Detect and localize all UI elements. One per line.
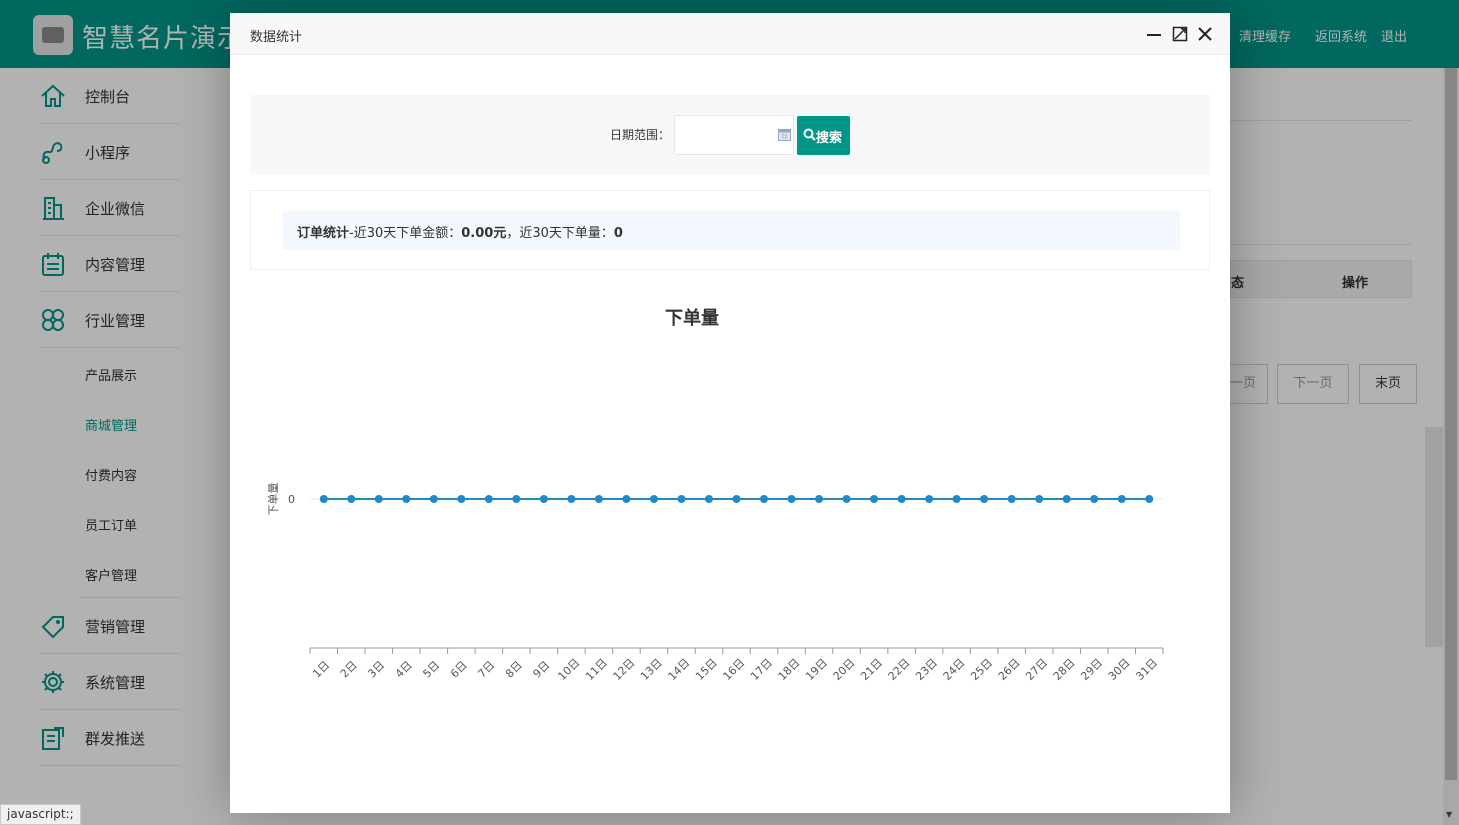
data-point bbox=[1145, 495, 1154, 503]
minimize-icon[interactable] bbox=[1146, 26, 1162, 42]
x-tick-label: 23日 bbox=[913, 656, 940, 683]
data-point bbox=[732, 495, 741, 503]
data-point bbox=[484, 495, 493, 503]
data-point bbox=[1035, 495, 1044, 503]
order-stats-banner: 订单统计-近30天下单金额：0.00元，近30天下单量：0 bbox=[282, 211, 1180, 250]
stats-modal: 数据统计 日期范围： 搜索 订单统计-近30天下单金额：0.00元，近30天下单… bbox=[230, 13, 1230, 813]
data-point bbox=[870, 495, 879, 503]
data-point bbox=[897, 495, 906, 503]
x-tick-label: 2日 bbox=[338, 659, 360, 681]
x-tick-label: 9日 bbox=[530, 659, 552, 681]
data-point bbox=[539, 495, 548, 503]
order-stats-title: 订单统计 bbox=[297, 226, 350, 241]
data-point bbox=[622, 495, 631, 503]
data-point bbox=[402, 495, 411, 503]
data-point bbox=[457, 495, 466, 503]
x-tick-label: 10日 bbox=[555, 656, 582, 683]
x-tick-label: 8日 bbox=[503, 659, 525, 681]
calendar-icon[interactable] bbox=[778, 128, 791, 141]
data-point bbox=[842, 495, 851, 503]
x-tick-label: 20日 bbox=[831, 656, 858, 683]
data-point bbox=[704, 495, 713, 503]
x-tick-label: 31日 bbox=[1133, 656, 1160, 683]
close-icon[interactable] bbox=[1197, 26, 1213, 42]
x-tick-label: 19日 bbox=[803, 656, 830, 683]
x-tick-label: 24日 bbox=[941, 656, 968, 683]
modal-title: 数据统计 bbox=[250, 30, 303, 45]
order-stats-text: 订单统计-近30天下单金额：0.00元，近30天下单量：0 bbox=[297, 222, 623, 241]
maximize-icon[interactable] bbox=[1172, 26, 1188, 42]
order-amount-label: -近30天下单金额： bbox=[349, 226, 462, 241]
data-point bbox=[319, 495, 328, 503]
x-tick-label: 6日 bbox=[448, 659, 470, 681]
data-point bbox=[787, 495, 796, 503]
x-tick-label: 16日 bbox=[721, 656, 748, 683]
order-count-label: ，近30天下单量： bbox=[506, 226, 614, 241]
y-axis-label: 下单量 bbox=[267, 483, 280, 516]
data-point bbox=[952, 495, 961, 503]
data-point bbox=[760, 495, 769, 503]
x-tick-label: 1日 bbox=[310, 659, 332, 681]
search-button[interactable]: 搜索 bbox=[797, 116, 850, 155]
order-stats-card: 订单统计-近30天下单金额：0.00元，近30天下单量：0 bbox=[250, 190, 1210, 270]
x-tick-label: 29日 bbox=[1078, 656, 1105, 683]
order-amount-value: 0.00元 bbox=[461, 226, 507, 241]
modal-header: 数据统计 bbox=[230, 13, 1230, 55]
x-tick-label: 7日 bbox=[475, 659, 497, 681]
data-point bbox=[567, 495, 576, 503]
x-tick-label: 15日 bbox=[693, 656, 720, 683]
browser-status-bar: javascript:; bbox=[0, 804, 81, 825]
x-tick-label: 22日 bbox=[886, 656, 913, 683]
data-point bbox=[815, 495, 824, 503]
date-range-label: 日期范围： bbox=[610, 128, 671, 142]
x-tick-label: 25日 bbox=[968, 656, 995, 683]
data-point bbox=[1117, 495, 1126, 503]
y-tick-label: 0 bbox=[288, 493, 295, 506]
data-point bbox=[429, 495, 438, 503]
chart-title: 下单量 bbox=[665, 307, 719, 329]
data-point bbox=[649, 495, 658, 503]
data-point bbox=[1090, 495, 1099, 503]
x-tick-label: 4日 bbox=[393, 659, 415, 681]
x-tick-label: 27日 bbox=[1023, 656, 1050, 683]
x-tick-label: 3日 bbox=[365, 659, 387, 681]
x-tick-label: 12日 bbox=[611, 656, 638, 683]
data-point bbox=[1007, 495, 1016, 503]
x-tick-label: 14日 bbox=[666, 656, 693, 683]
data-point bbox=[374, 495, 383, 503]
x-tick-label: 28日 bbox=[1051, 656, 1078, 683]
x-tick-label: 30日 bbox=[1106, 656, 1133, 683]
x-tick-label: 13日 bbox=[638, 656, 665, 683]
x-tick-label: 11日 bbox=[583, 656, 610, 683]
data-point bbox=[677, 495, 686, 503]
x-tick-label: 21日 bbox=[858, 656, 885, 683]
data-point bbox=[347, 495, 356, 503]
x-tick-label: 17日 bbox=[748, 656, 775, 683]
data-point bbox=[512, 495, 521, 503]
x-tick-label: 18日 bbox=[776, 656, 803, 683]
data-point bbox=[1062, 495, 1071, 503]
search-icon bbox=[803, 128, 816, 141]
x-tick-label: 5日 bbox=[420, 659, 442, 681]
date-range-input[interactable] bbox=[674, 115, 794, 155]
x-tick-label: 26日 bbox=[996, 656, 1023, 683]
search-panel: 日期范围： 搜索 bbox=[250, 95, 1210, 175]
order-count-chart: 下单量下单量 01日 2日 3日 4日 5日 6日 7日 8日 9日 10日 11日 12日 13日 14日… bbox=[267, 307, 1164, 683]
data-point bbox=[980, 495, 989, 503]
data-point bbox=[594, 495, 603, 503]
data-point bbox=[925, 495, 934, 503]
order-count-value: 0 bbox=[613, 226, 623, 241]
search-button-label: 搜索 bbox=[816, 131, 843, 146]
